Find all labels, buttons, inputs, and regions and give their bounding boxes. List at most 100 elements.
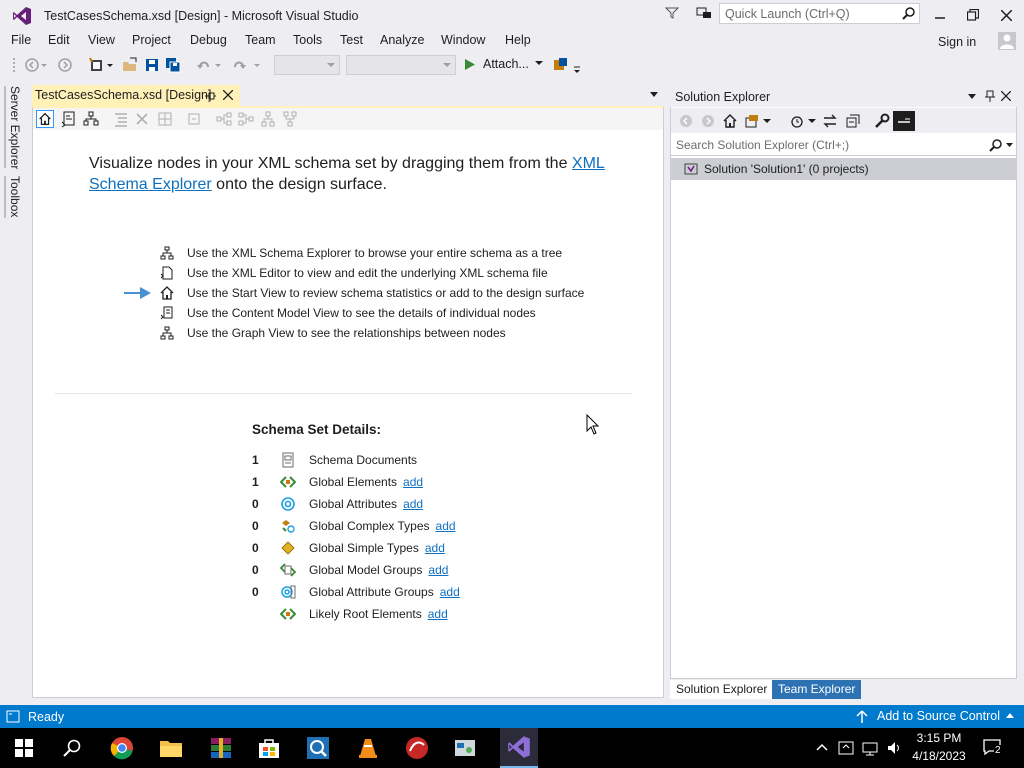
collapse-all-icon[interactable] (845, 113, 861, 129)
properties-wrench-icon[interactable] (874, 113, 890, 129)
show-hidden-icons-chevron-icon[interactable] (816, 743, 828, 751)
quick-launch-input[interactable]: Quick Launch (Ctrl+Q) (719, 3, 920, 24)
server-explorer-tab[interactable]: Server Explorer (8, 86, 22, 169)
tab-solution-explorer[interactable]: Solution Explorer (670, 680, 774, 699)
tray-app-icon[interactable] (838, 740, 854, 756)
expand-all-icon[interactable] (112, 110, 130, 128)
back-icon[interactable] (679, 114, 693, 128)
tab-team-explorer[interactable]: Team Explorer (772, 680, 862, 699)
tab-testcasesschema-design[interactable]: TestCasesSchema.xsd [Design] (32, 85, 240, 106)
menu-analyze[interactable]: Analyze (380, 33, 424, 47)
minimize-button[interactable] (923, 0, 956, 30)
menu-project[interactable]: Project (132, 33, 171, 47)
close-button[interactable] (990, 0, 1023, 30)
taskbar-winrar[interactable] (207, 734, 235, 762)
add-simple-type-link[interactable]: add (425, 541, 445, 555)
taskbar-search-app[interactable] (304, 734, 332, 762)
taskbar-control-panel[interactable] (451, 734, 479, 762)
window-position-dropdown-icon[interactable] (968, 94, 976, 100)
menu-tools[interactable]: Tools (293, 33, 322, 47)
start-view-home-icon[interactable] (36, 110, 54, 128)
taskbar-visual-studio[interactable] (500, 728, 538, 768)
menu-test[interactable]: Test (340, 33, 363, 47)
switch-views-icon[interactable] (744, 113, 760, 129)
notifications-filter-icon[interactable] (665, 6, 679, 20)
sync-with-active-document-icon[interactable] (822, 113, 838, 129)
solution-platform-select[interactable] (346, 55, 456, 75)
layout-top-down-icon[interactable] (259, 110, 277, 128)
add-complex-type-link[interactable]: add (436, 519, 456, 533)
layout-bottom-up-icon[interactable] (281, 110, 299, 128)
redo-icon[interactable] (231, 57, 247, 73)
clock-time[interactable]: 3:15 PM (904, 731, 974, 745)
find-in-files-icon[interactable] (553, 57, 569, 73)
document-list-dropdown-icon[interactable] (650, 92, 658, 98)
back-dropdown-icon[interactable] (40, 57, 48, 73)
navigate-back-icon[interactable] (24, 57, 40, 73)
pending-changes-filter-icon[interactable] (789, 113, 805, 129)
attach-button[interactable]: Attach... (464, 57, 543, 71)
close-tab-icon[interactable] (223, 90, 233, 100)
layout-right-left-icon[interactable] (237, 110, 255, 128)
redo-dropdown-icon[interactable] (253, 57, 261, 73)
output-window-icon[interactable] (6, 710, 20, 723)
new-project-icon[interactable] (88, 57, 104, 73)
chevron-down-icon[interactable] (808, 119, 816, 125)
menu-view[interactable]: View (88, 33, 115, 47)
menu-debug[interactable]: Debug (190, 33, 227, 47)
graph-view-icon[interactable] (82, 110, 100, 128)
menu-file[interactable]: File (11, 33, 31, 47)
add-global-attribute-link[interactable]: add (403, 497, 423, 511)
forward-icon[interactable] (701, 114, 715, 128)
zoom-icon[interactable] (185, 110, 203, 128)
restore-button[interactable] (956, 0, 989, 30)
add-global-element-link[interactable]: add (403, 475, 423, 489)
chevron-down-icon[interactable] (1006, 143, 1013, 148)
undo-icon[interactable] (196, 57, 212, 73)
content-model-view-icon[interactable] (60, 110, 78, 128)
toolbar-overflow-icon[interactable] (574, 64, 582, 74)
solution-configuration-select[interactable] (274, 55, 340, 75)
undo-dropdown-icon[interactable] (214, 57, 222, 73)
chevron-down-icon[interactable] (763, 119, 771, 125)
save-all-icon[interactable] (165, 57, 181, 73)
toolbox-tab[interactable]: Toolbox (8, 176, 22, 217)
pin-icon[interactable] (985, 90, 995, 102)
solution-tree-item[interactable]: Solution 'Solution1' (0 projects) (671, 158, 1016, 180)
remove-icon[interactable] (133, 110, 151, 128)
add-root-element-link[interactable]: add (428, 607, 448, 621)
close-panel-icon[interactable] (1001, 91, 1011, 101)
grid-layout-icon[interactable] (156, 110, 174, 128)
feedback-icon[interactable] (696, 5, 712, 21)
taskbar-store[interactable] (255, 734, 283, 762)
sign-in-link[interactable]: Sign in (938, 35, 976, 49)
menu-help[interactable]: Help (505, 33, 531, 47)
taskbar-chrome[interactable] (108, 734, 136, 762)
navigate-forward-icon[interactable] (57, 57, 73, 73)
toolbox-tab-indicator (4, 176, 6, 218)
taskbar-vlc[interactable] (354, 734, 382, 762)
add-to-source-control-button[interactable]: Add to Source Control (856, 709, 1014, 723)
clock-date[interactable]: 4/18/2023 (904, 749, 974, 763)
volume-icon[interactable] (886, 740, 902, 756)
preview-selected-items-button[interactable] (893, 111, 915, 131)
avatar[interactable] (998, 32, 1016, 50)
menu-edit[interactable]: Edit (48, 33, 70, 47)
layout-left-right-icon[interactable] (215, 110, 233, 128)
add-attribute-group-link[interactable]: add (440, 585, 460, 599)
add-model-group-link[interactable]: add (428, 563, 448, 577)
menu-team[interactable]: Team (245, 33, 276, 47)
taskbar-search-button[interactable] (58, 734, 86, 762)
open-file-icon[interactable] (122, 57, 138, 73)
start-button[interactable] (10, 734, 38, 762)
action-center-button[interactable]: 2 (983, 739, 1005, 757)
new-project-dropdown-icon[interactable] (106, 57, 114, 73)
taskbar-file-explorer[interactable] (157, 734, 185, 762)
taskbar-app-red[interactable] (403, 734, 431, 762)
solution-explorer-search-input[interactable]: Search Solution Explorer (Ctrl+;) (671, 135, 1016, 156)
network-icon[interactable] (862, 740, 878, 756)
save-icon[interactable] (144, 57, 160, 73)
pin-icon[interactable] (204, 90, 216, 102)
menu-window[interactable]: Window (441, 33, 485, 47)
home-icon[interactable] (722, 113, 738, 129)
